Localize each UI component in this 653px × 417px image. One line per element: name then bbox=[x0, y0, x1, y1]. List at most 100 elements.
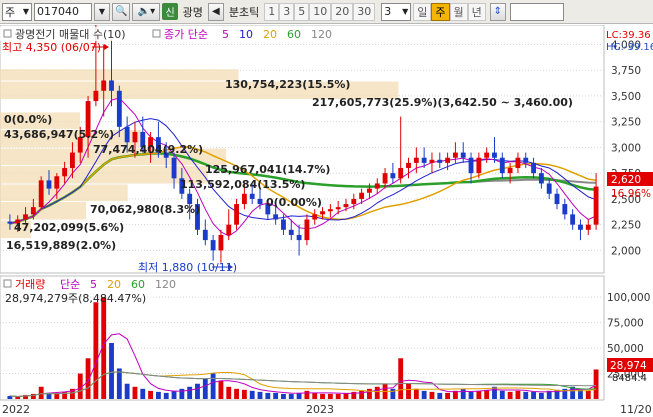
volume-bar bbox=[523, 391, 529, 399]
candle-body bbox=[445, 157, 451, 163]
volume-bar bbox=[210, 373, 216, 399]
price-legend-title: 광명전기 매물대 수(10) bbox=[15, 28, 126, 41]
period-button-5[interactable]: 5 bbox=[294, 2, 310, 21]
volume-profile-label: 130,754,223(15.5%) bbox=[225, 78, 350, 91]
period-button-10[interactable]: 10 bbox=[309, 2, 332, 21]
search-button[interactable]: 🔍 bbox=[112, 2, 131, 21]
price-tick: 3,250 bbox=[611, 117, 641, 129]
volume-bar bbox=[257, 391, 263, 399]
interval-select[interactable]: 3 ▼ bbox=[381, 2, 412, 21]
ma-legend-item: 20 bbox=[263, 28, 277, 41]
ma-legend-label: 종가 단순 bbox=[164, 28, 208, 41]
current-volume-sub: 8484.4 bbox=[612, 373, 647, 384]
volume-bar bbox=[531, 391, 536, 399]
candle-body bbox=[382, 173, 388, 184]
prev-button[interactable]: ◀ bbox=[207, 2, 224, 21]
volume-bar bbox=[374, 386, 380, 399]
candle-body bbox=[116, 90, 122, 127]
candle-body bbox=[210, 240, 216, 251]
volume-bar bbox=[93, 302, 99, 399]
candle-body bbox=[578, 224, 583, 230]
candle-body bbox=[554, 193, 560, 205]
volume-bar bbox=[148, 390, 154, 399]
candle-body bbox=[476, 157, 482, 174]
candle-body bbox=[359, 192, 365, 199]
stock-chart[interactable]: 130,754,223(15.5%) 217,605,773(25.9%)(3,6… bbox=[0, 25, 653, 417]
candle-body bbox=[452, 152, 458, 158]
period-button-20[interactable]: 20 bbox=[331, 2, 354, 21]
volume-bar bbox=[140, 388, 146, 399]
x-label: 11/20 bbox=[620, 403, 652, 416]
triangle-left-icon: ◀ bbox=[212, 6, 220, 17]
extra-input[interactable] bbox=[509, 2, 564, 21]
price-tick: 2,250 bbox=[611, 220, 641, 232]
candle-body bbox=[546, 183, 552, 194]
volume-bar bbox=[499, 390, 505, 399]
period-button-1[interactable]: 1 bbox=[264, 2, 280, 21]
candle-body bbox=[390, 173, 396, 179]
stock-code-input[interactable]: 017040 bbox=[34, 2, 92, 21]
candle-body bbox=[46, 180, 52, 189]
x-label: 2022 bbox=[2, 403, 30, 416]
current-change: 16.96% bbox=[611, 188, 651, 200]
period-button-30[interactable]: 30 bbox=[353, 2, 376, 21]
search-icon: 🔍 bbox=[115, 6, 128, 17]
candle-body bbox=[202, 229, 208, 241]
volume-bar bbox=[578, 389, 583, 399]
volume-tick: 75,000 bbox=[607, 318, 644, 330]
candle-body bbox=[499, 157, 505, 174]
candle-body bbox=[109, 80, 114, 91]
volume-bar bbox=[241, 389, 247, 399]
volume-bar bbox=[273, 392, 279, 399]
candle-body bbox=[327, 209, 333, 212]
candle-body bbox=[124, 126, 130, 143]
chevron-down-icon: ▼ bbox=[98, 7, 106, 16]
volume-bar bbox=[445, 392, 451, 399]
view-mode[interactable]: 분초틱 bbox=[226, 3, 262, 21]
candle-body bbox=[593, 186, 599, 225]
volume-bar bbox=[460, 388, 466, 399]
volume-bar bbox=[390, 388, 396, 399]
candle-body bbox=[273, 214, 279, 220]
candle-body bbox=[468, 157, 474, 174]
volume-bar bbox=[367, 388, 372, 399]
volume-bar bbox=[296, 392, 302, 399]
period-button-3[interactable]: 3 bbox=[279, 2, 295, 21]
volume-tick: 100,000 bbox=[607, 292, 650, 304]
candle-body bbox=[531, 162, 536, 174]
volume-profile-label: 125,967,041(14.7%) bbox=[205, 163, 330, 176]
candle-body bbox=[570, 214, 576, 225]
lc-label: LC:39.36 bbox=[606, 30, 651, 41]
candle-body bbox=[226, 224, 232, 235]
volume-profile-label: 70,062,980(8.3%) bbox=[90, 203, 200, 216]
volume-ma-legend: 단순 bbox=[60, 278, 80, 291]
market-select[interactable]: 주 ▼ bbox=[2, 2, 32, 21]
volume-bar bbox=[54, 393, 60, 399]
timeframe-tab-1[interactable]: 주 bbox=[431, 2, 450, 21]
candle-body bbox=[421, 157, 427, 163]
volume-bar bbox=[320, 393, 325, 399]
timeframe-tab-0[interactable]: 일 bbox=[413, 2, 432, 21]
new-badge: 신 bbox=[162, 3, 178, 20]
price-tick: 3,000 bbox=[611, 142, 641, 154]
updown-button[interactable]: ⇕ bbox=[489, 2, 506, 21]
volume-bar bbox=[234, 388, 239, 399]
timeframe-tab-3[interactable]: 년 bbox=[467, 2, 486, 21]
volume-bar bbox=[593, 369, 599, 399]
chevron-down-icon: ▼ bbox=[22, 7, 29, 16]
current-price: 2,620 bbox=[611, 174, 641, 186]
volume-profile-label: 217,605,773(25.9%)(3,642.50 ~ 3,460.00) bbox=[312, 96, 573, 109]
stock-dropdown-button[interactable]: ▼ bbox=[94, 2, 110, 21]
volume-bar bbox=[429, 391, 435, 399]
sound-button[interactable]: 🔈▾ bbox=[132, 2, 161, 21]
candle-body bbox=[343, 204, 349, 208]
volume-profile-label: 77,474,404(9.2%) bbox=[93, 143, 203, 156]
timeframe-tab-2[interactable]: 월 bbox=[449, 2, 468, 21]
stock-name: 광명 bbox=[182, 5, 203, 19]
volume-profile-label: 0(0.0%) bbox=[4, 113, 52, 126]
volume-tick: 50,000 bbox=[607, 343, 644, 355]
ma-legend-item: 10 bbox=[239, 28, 253, 41]
ma-legend-item: 120 bbox=[311, 28, 332, 41]
candle-body bbox=[38, 180, 44, 208]
volume-bar bbox=[335, 393, 341, 399]
